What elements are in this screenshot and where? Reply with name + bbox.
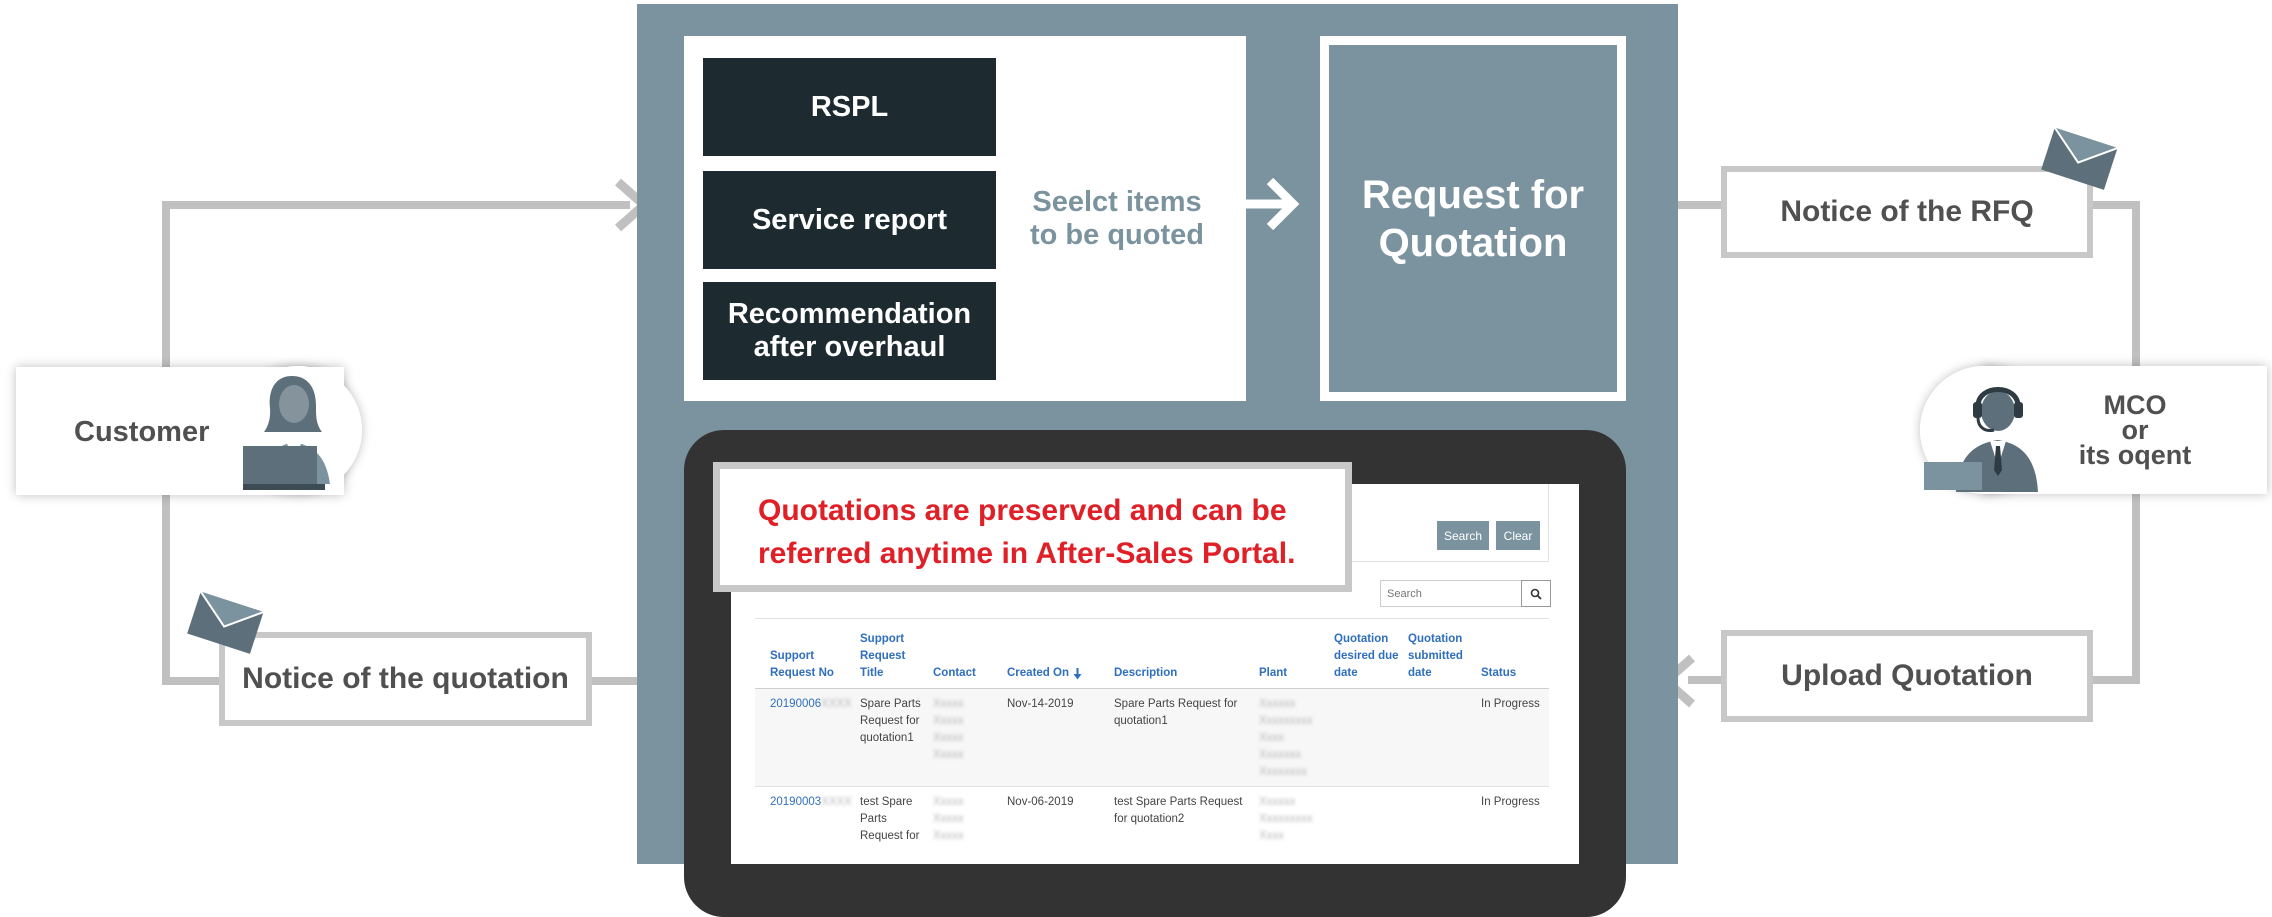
recommendation-line2: after overhaul — [753, 331, 946, 363]
col-header-plant[interactable]: Plant — [1259, 665, 1287, 682]
rfq-line1: Request for — [1361, 172, 1585, 217]
row-created-on: Nov-06-2019 — [1007, 796, 1074, 808]
mco-line3: its oqent — [2078, 440, 2192, 470]
row-divider — [755, 786, 1549, 787]
notice-quotation-label: Notice of the quotation — [242, 662, 569, 695]
col-header-submitted-date[interactable]: Quotation submitted date — [1408, 631, 1463, 682]
search-button[interactable]: Search — [1437, 521, 1489, 550]
row-created-on: Nov-14-2019 — [1007, 698, 1074, 710]
col-header-status[interactable]: Status — [1481, 665, 1516, 682]
row-title: Spare Parts Request for quotation1 — [860, 698, 921, 744]
row-description: Spare Parts Request for quotation1 — [1114, 698, 1238, 727]
callout-line2: referred anytime in After-Sales Portal. — [758, 537, 1296, 570]
notice-quotation-box: Notice of the quotation — [219, 632, 592, 726]
connector-right-bottom-outer — [2088, 676, 2140, 684]
service-report-block: Service report — [703, 171, 996, 269]
rfq-line2: Quotation — [1378, 220, 1568, 265]
upload-quotation-box: Upload Quotation — [1721, 630, 2093, 722]
rspl-label: RSPL — [810, 90, 889, 123]
col-header-title[interactable]: Support Request Title — [860, 631, 905, 682]
col-header-description[interactable]: Description — [1114, 665, 1177, 682]
connector-left-bottom-right — [590, 677, 637, 685]
connector-left-bottom — [162, 677, 222, 685]
recommendation-block: Recommendation after overhaul — [703, 282, 996, 380]
row-contact-redacted: Xxxxx Xxxxx Xxxxx Xxxxx — [933, 698, 964, 761]
select-items-label: Seelct items to be quoted — [1012, 186, 1222, 252]
select-items-line1: Seelct items — [1032, 186, 1202, 218]
notice-rfq-label: Notice of the RFQ — [1780, 195, 2034, 228]
customer-person-icon — [243, 376, 330, 490]
preservation-callout: Quotations are preserved and can be refe… — [713, 462, 1352, 592]
row-plant-redacted: Xxxxxx Xxxxxxxxx Xxxx — [1259, 796, 1313, 842]
connector-right-top — [1678, 201, 1723, 209]
row-title: test Spare Parts Request for — [860, 796, 920, 842]
select-items-line2: to be quoted — [1030, 219, 1204, 251]
envelope-quotation-icon — [187, 591, 264, 654]
clear-button[interactable]: Clear — [1496, 521, 1540, 550]
table-top-divider — [755, 618, 1549, 619]
request-for-quotation-box: Request for Quotation — [1329, 45, 1617, 392]
row-description: test Spare Parts Request for quotation2 — [1114, 796, 1243, 825]
row-status: In Progress — [1481, 698, 1540, 710]
row-contact-redacted: Xxxxx Xxxxx Xxxxx — [933, 796, 964, 842]
envelope-rfq-icon — [2041, 127, 2118, 190]
callout-line1: Quotations are preserved and can be — [758, 494, 1287, 527]
search-submit-button[interactable] — [1521, 580, 1551, 607]
connector-left-top — [162, 201, 630, 209]
col-header-created-on[interactable]: Created On — [1007, 665, 1082, 682]
col-header-desired-due-date[interactable]: Quotation desired due date — [1334, 631, 1399, 682]
arrow-to-rfq-icon — [1244, 177, 1300, 231]
search-icon — [1530, 588, 1542, 600]
row-request-no-link[interactable]: 20190003XXXX — [770, 794, 852, 811]
operator-headset-icon — [1924, 387, 2038, 492]
col-header-contact[interactable]: Contact — [933, 665, 976, 682]
rspl-block: RSPL — [703, 58, 996, 156]
col-header-request-no[interactable]: Support Request No — [770, 648, 834, 682]
row-plant-redacted: Xxxxxx Xxxxxxxxx Xxxx Xxxxxxx Xxxxxxxx — [1259, 698, 1313, 778]
mco-label: MCO or its oqent — [2070, 392, 2200, 470]
row-request-no-link[interactable]: 20190006XXXX — [770, 696, 852, 713]
customer-label: Customer — [74, 416, 210, 448]
row-status: In Progress — [1481, 796, 1540, 808]
search-input[interactable] — [1380, 580, 1522, 607]
recommendation-line1: Recommendation — [727, 298, 972, 330]
notice-rfq-box: Notice of the RFQ — [1721, 166, 2093, 258]
sort-down-icon — [1073, 667, 1082, 679]
service-report-label: Service report — [751, 203, 948, 236]
upload-quotation-label: Upload Quotation — [1781, 659, 2033, 692]
